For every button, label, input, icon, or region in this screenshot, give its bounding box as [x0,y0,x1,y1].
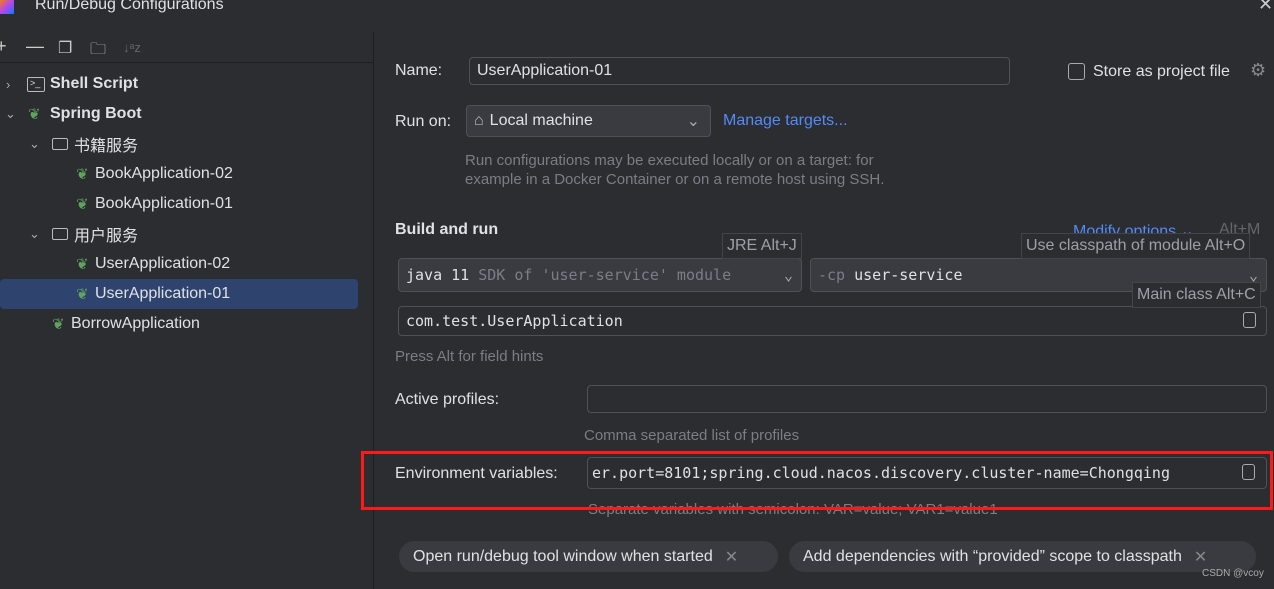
chevron-down-icon[interactable]: ⌄ [29,136,40,152]
chevron-down-icon[interactable]: ⌄ [5,106,16,122]
spring-boot-icon: ❦ [76,166,89,183]
jre-dropdown[interactable]: java 11 SDK of 'user-service' module ⌄ [398,258,802,292]
spring-boot-icon: ❦ [52,316,65,333]
name-label: Name: [395,62,443,79]
close-icon[interactable]: ✕ [725,547,738,567]
name-value: UserApplication-01 [477,62,613,79]
sdk-description: SDK of 'user-service' module [478,266,732,284]
divider [0,62,373,63]
profiles-label: Active profiles: [395,391,500,408]
tree-item-shell-script[interactable]: › >_ Shell Script [0,69,358,99]
cp-value: user-service [854,266,963,284]
folder-icon [52,228,68,240]
manage-targets-link[interactable]: Manage targets... [723,112,848,130]
tree-item[interactable]: ❦ BorrowApplication [0,309,358,339]
chip-label: Open run/debug tool window when started [413,547,713,565]
browse-icon[interactable] [1243,312,1256,328]
window-title: Run/Debug Configurations [35,0,224,13]
spring-boot-icon: ❦ [76,196,89,213]
copy-icon[interactable]: ❐ [58,38,72,58]
run-on-dropdown[interactable]: ⌂ Local machine ⌄ [466,105,711,137]
tooltip-jre: JRE Alt+J [722,233,802,259]
app-logo [0,0,14,14]
chevron-down-icon: ⌄ [686,113,700,130]
spring-boot-icon: ❦ [76,286,89,303]
sort-icon[interactable]: ↓ᵃz [123,40,141,55]
run-on-value: Local machine [489,112,593,129]
chevron-down-icon[interactable]: ⌄ [29,226,40,242]
chevron-down-icon: ⌄ [783,266,793,284]
tree-item[interactable]: ❦ BookApplication-02 [0,159,358,189]
tooltip-main-class: Main class Alt+C [1132,282,1261,308]
store-label[interactable]: Store as project file [1093,63,1230,81]
tree-folder[interactable]: ⌄ 书籍服务 [0,129,358,159]
chevron-right-icon[interactable]: › [6,77,10,92]
sdk-version: java 11 [406,266,470,284]
section-title: Build and run [395,221,499,238]
run-on-hint: Run configurations may be executed local… [465,152,874,169]
close-icon[interactable]: ✕ [1194,547,1207,567]
profiles-input[interactable] [587,385,1267,413]
highlight-box [361,451,1273,510]
option-chip[interactable]: Add dependencies with “provided” scope t… [789,541,1256,572]
cp-prefix: -cp [818,266,846,284]
home-icon: ⌂ [474,112,484,129]
watermark: CSDN @vcoy [1202,568,1264,579]
add-icon[interactable]: + [0,36,7,57]
chip-label: Add dependencies with “provided” scope t… [803,547,1182,565]
tree-item-spring-boot[interactable]: ⌄ ❦ Spring Boot [0,99,358,129]
name-input[interactable]: UserApplication-01 [469,57,1010,85]
terminal-icon: >_ [27,76,45,92]
close-icon[interactable]: ✕ [1258,0,1273,15]
run-on-hint: example in a Docker Container or on a re… [465,171,885,188]
main-class-value: com.test.UserApplication [406,312,623,330]
folder-icon [52,138,68,150]
tooltip-classpath: Use classpath of module Alt+O [1021,233,1251,259]
spring-boot-icon: ❦ [76,256,89,273]
new-folder-icon[interactable]: 🗀 [90,38,106,65]
run-on-label: Run on: [395,113,452,130]
spring-boot-icon: ❦ [28,106,41,123]
tree-item-selected[interactable]: ❦ UserApplication-01 [0,279,358,309]
tree-item[interactable]: ❦ BookApplication-01 [0,189,358,219]
field-hint: Press Alt for field hints [395,348,544,365]
profiles-hint: Comma separated list of profiles [584,427,800,444]
tree-folder[interactable]: ⌄ 用户服务 [0,219,358,249]
gear-icon[interactable]: ⚙ [1250,60,1266,81]
tree-item[interactable]: ❦ UserApplication-02 [0,249,358,279]
remove-icon[interactable]: — [26,36,44,57]
main-class-input[interactable]: com.test.UserApplication [398,306,1267,336]
store-checkbox[interactable] [1068,63,1085,80]
option-chip[interactable]: Open run/debug tool window when started ✕ [399,541,778,572]
